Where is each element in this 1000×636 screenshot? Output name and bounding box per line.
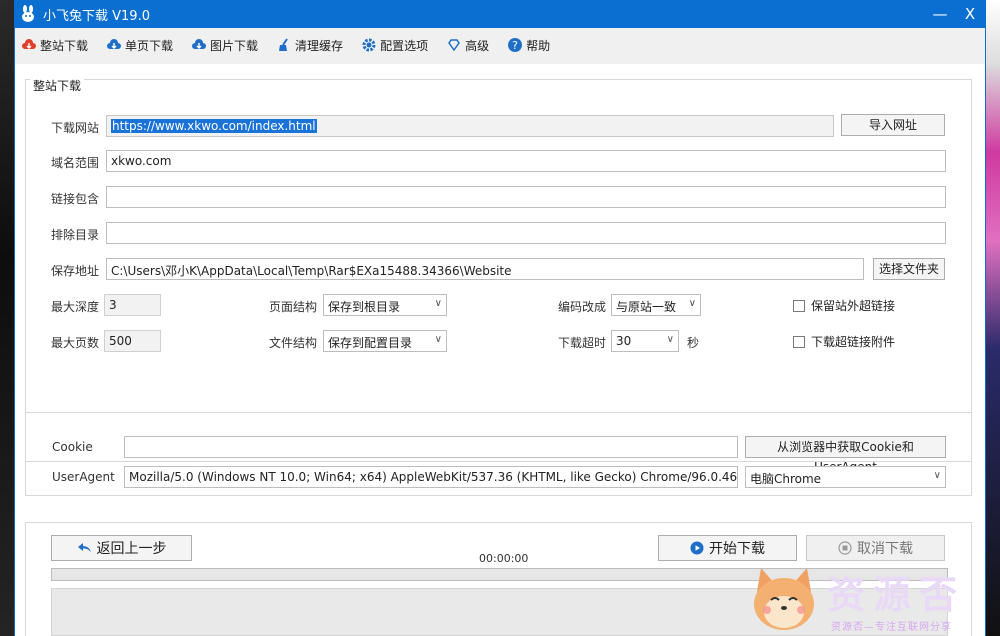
group-title: 整站下载: [30, 77, 85, 94]
toolbar-label: 整站下载: [40, 38, 89, 53]
toolbar-label: 清理缓存: [295, 38, 344, 53]
site-download-group: 整站下载 下载网站 https://www.xkwo.com/index.htm…: [25, 77, 972, 462]
max-pages-label: 最大页数: [51, 336, 100, 350]
minimize-button[interactable]: —: [925, 5, 955, 23]
cancel-download-button[interactable]: 取消下载: [806, 535, 945, 561]
start-download-button[interactable]: 开始下载: [658, 535, 797, 561]
chevron-down-icon: ∨: [666, 334, 674, 345]
watermark-title: 资源否: [827, 573, 966, 617]
site-download-icon: [22, 39, 36, 49]
useragent-input[interactable]: Mozilla/5.0 (Windows NT 10.0; Win64; x64…: [124, 466, 738, 488]
exclude-label: 排除目录: [51, 228, 100, 242]
undo-arrow-icon: [77, 543, 91, 553]
save-path-label: 保存地址: [51, 264, 100, 278]
page-structure-label: 页面结构: [269, 300, 318, 314]
close-button[interactable]: X: [955, 5, 985, 23]
checkbox-label: 保留站外超链接: [811, 299, 896, 313]
checkbox-label: 下载超链接附件: [811, 335, 896, 349]
page-download-icon: [107, 39, 122, 49]
toolbar: 整站下载 单页下载 图片下载 清理缓存 配置选项 高级 ? 帮助: [15, 28, 985, 62]
watermark-subtitle: 资源否—专注互联网分享: [831, 622, 952, 633]
toolbar-clear-cache[interactable]: 清理缓存: [276, 37, 343, 54]
keep-external-links-checkbox[interactable]: 保留站外超链接: [793, 297, 895, 314]
chevron-down-icon: ∨: [434, 334, 442, 345]
domain-input[interactable]: xkwo.com: [106, 150, 946, 172]
broom-icon: [279, 38, 288, 51]
useragent-preset-value: 电脑Chrome: [750, 472, 822, 486]
max-pages-input[interactable]: 500: [104, 330, 161, 352]
background-left-edge: [0, 0, 14, 636]
chevron-down-icon: ∨: [933, 470, 941, 481]
useragent-preset-select[interactable]: 电脑Chrome ∨: [745, 466, 946, 488]
checkbox-box: [793, 299, 805, 312]
page-structure-value: 保存到根目录: [328, 300, 401, 314]
start-download-label: 开始下载: [709, 541, 765, 557]
cookie-input[interactable]: [124, 436, 738, 458]
url-label: 下载网站: [51, 121, 100, 135]
gear-icon: [362, 38, 376, 52]
page-structure-select[interactable]: 保存到根目录 ∨: [323, 294, 447, 316]
encoding-value: 与原站一致: [616, 300, 677, 314]
toolbar-settings[interactable]: 配置选项: [361, 37, 428, 54]
app-window: 小飞兔下载 V19.0 — X 整站下载 单页下载 图片下载 清理缓存 配置选项…: [14, 0, 986, 636]
toolbar-help[interactable]: ? 帮助: [507, 37, 550, 54]
get-from-browser-button[interactable]: 从浏览器中获取Cookie和UserAgent: [745, 436, 946, 474]
toolbar-label: 高级: [465, 38, 490, 53]
rabbit-app-icon: [22, 5, 34, 22]
cookie-label: Cookie: [52, 440, 93, 454]
back-button[interactable]: 返回上一步: [51, 535, 192, 561]
include-label: 链接包含: [51, 192, 100, 206]
download-attachments-checkbox[interactable]: 下载超链接附件: [793, 333, 895, 350]
useragent-label: UserAgent: [52, 470, 115, 484]
title-bar[interactable]: 小飞兔下载 V19.0 — X: [15, 0, 985, 28]
svg-text:?: ?: [512, 39, 518, 52]
toolbar-label: 单页下载: [125, 38, 174, 53]
toolbar-page-download[interactable]: 单页下载: [106, 37, 173, 54]
include-input[interactable]: [106, 186, 946, 208]
play-icon: [690, 541, 704, 555]
chevron-down-icon: ∨: [434, 298, 442, 309]
save-path-input[interactable]: C:\Users\邓小K\AppData\Local\Temp\Rar$EXa1…: [106, 258, 864, 280]
headers-group: Cookie 从浏览器中获取Cookie和UserAgent UserAgent…: [25, 412, 972, 496]
import-url-button[interactable]: 导入网址: [841, 114, 945, 136]
diamond-icon: [448, 39, 460, 52]
file-structure-select[interactable]: 保存到配置目录 ∨: [323, 330, 447, 352]
exclude-input[interactable]: [106, 222, 946, 244]
domain-label: 域名范围: [51, 156, 100, 170]
image-download-icon: [192, 39, 207, 49]
chevron-down-icon: ∨: [688, 298, 696, 309]
main-content: 整站下载 下载网站 https://www.xkwo.com/index.htm…: [15, 64, 985, 636]
elapsed-timer: 00:00:00: [479, 552, 529, 565]
toolbar-site-download[interactable]: 整站下载: [21, 37, 88, 54]
toolbar-label: 配置选项: [380, 38, 429, 53]
url-input[interactable]: https://www.xkwo.com/index.html: [106, 115, 834, 137]
window-title: 小飞兔下载 V19.0: [43, 8, 150, 24]
stop-icon: [838, 541, 852, 555]
file-structure-value: 保存到配置目录: [328, 336, 413, 350]
timeout-select[interactable]: 30 ∨: [611, 330, 679, 352]
timeout-unit: 秒: [687, 336, 700, 350]
encoding-label: 编码改成: [558, 300, 607, 314]
cancel-download-label: 取消下载: [857, 541, 913, 557]
toolbar-advanced[interactable]: 高级: [446, 37, 489, 54]
toolbar-label: 图片下载: [210, 38, 259, 53]
max-depth-label: 最大深度: [51, 300, 100, 314]
shiba-dog-icon: [754, 568, 814, 630]
toolbar-image-download[interactable]: 图片下载: [191, 37, 258, 54]
choose-folder-button[interactable]: 选择文件夹: [873, 258, 945, 280]
encoding-select[interactable]: 与原站一致 ∨: [611, 294, 701, 316]
watermark: 资源否 资源否—专注互联网分享: [745, 562, 985, 636]
toolbar-label: 帮助: [526, 38, 551, 53]
timeout-value: 30: [616, 334, 632, 348]
url-value: https://www.xkwo.com/index.html: [111, 119, 317, 133]
file-structure-label: 文件结构: [269, 336, 318, 350]
max-depth-input[interactable]: 3: [104, 294, 161, 316]
timeout-label: 下载超时: [558, 336, 607, 350]
background-right-edge: [986, 0, 1000, 636]
checkbox-box: [793, 335, 805, 348]
back-button-label: 返回上一步: [96, 541, 167, 557]
help-icon: ?: [508, 38, 523, 52]
